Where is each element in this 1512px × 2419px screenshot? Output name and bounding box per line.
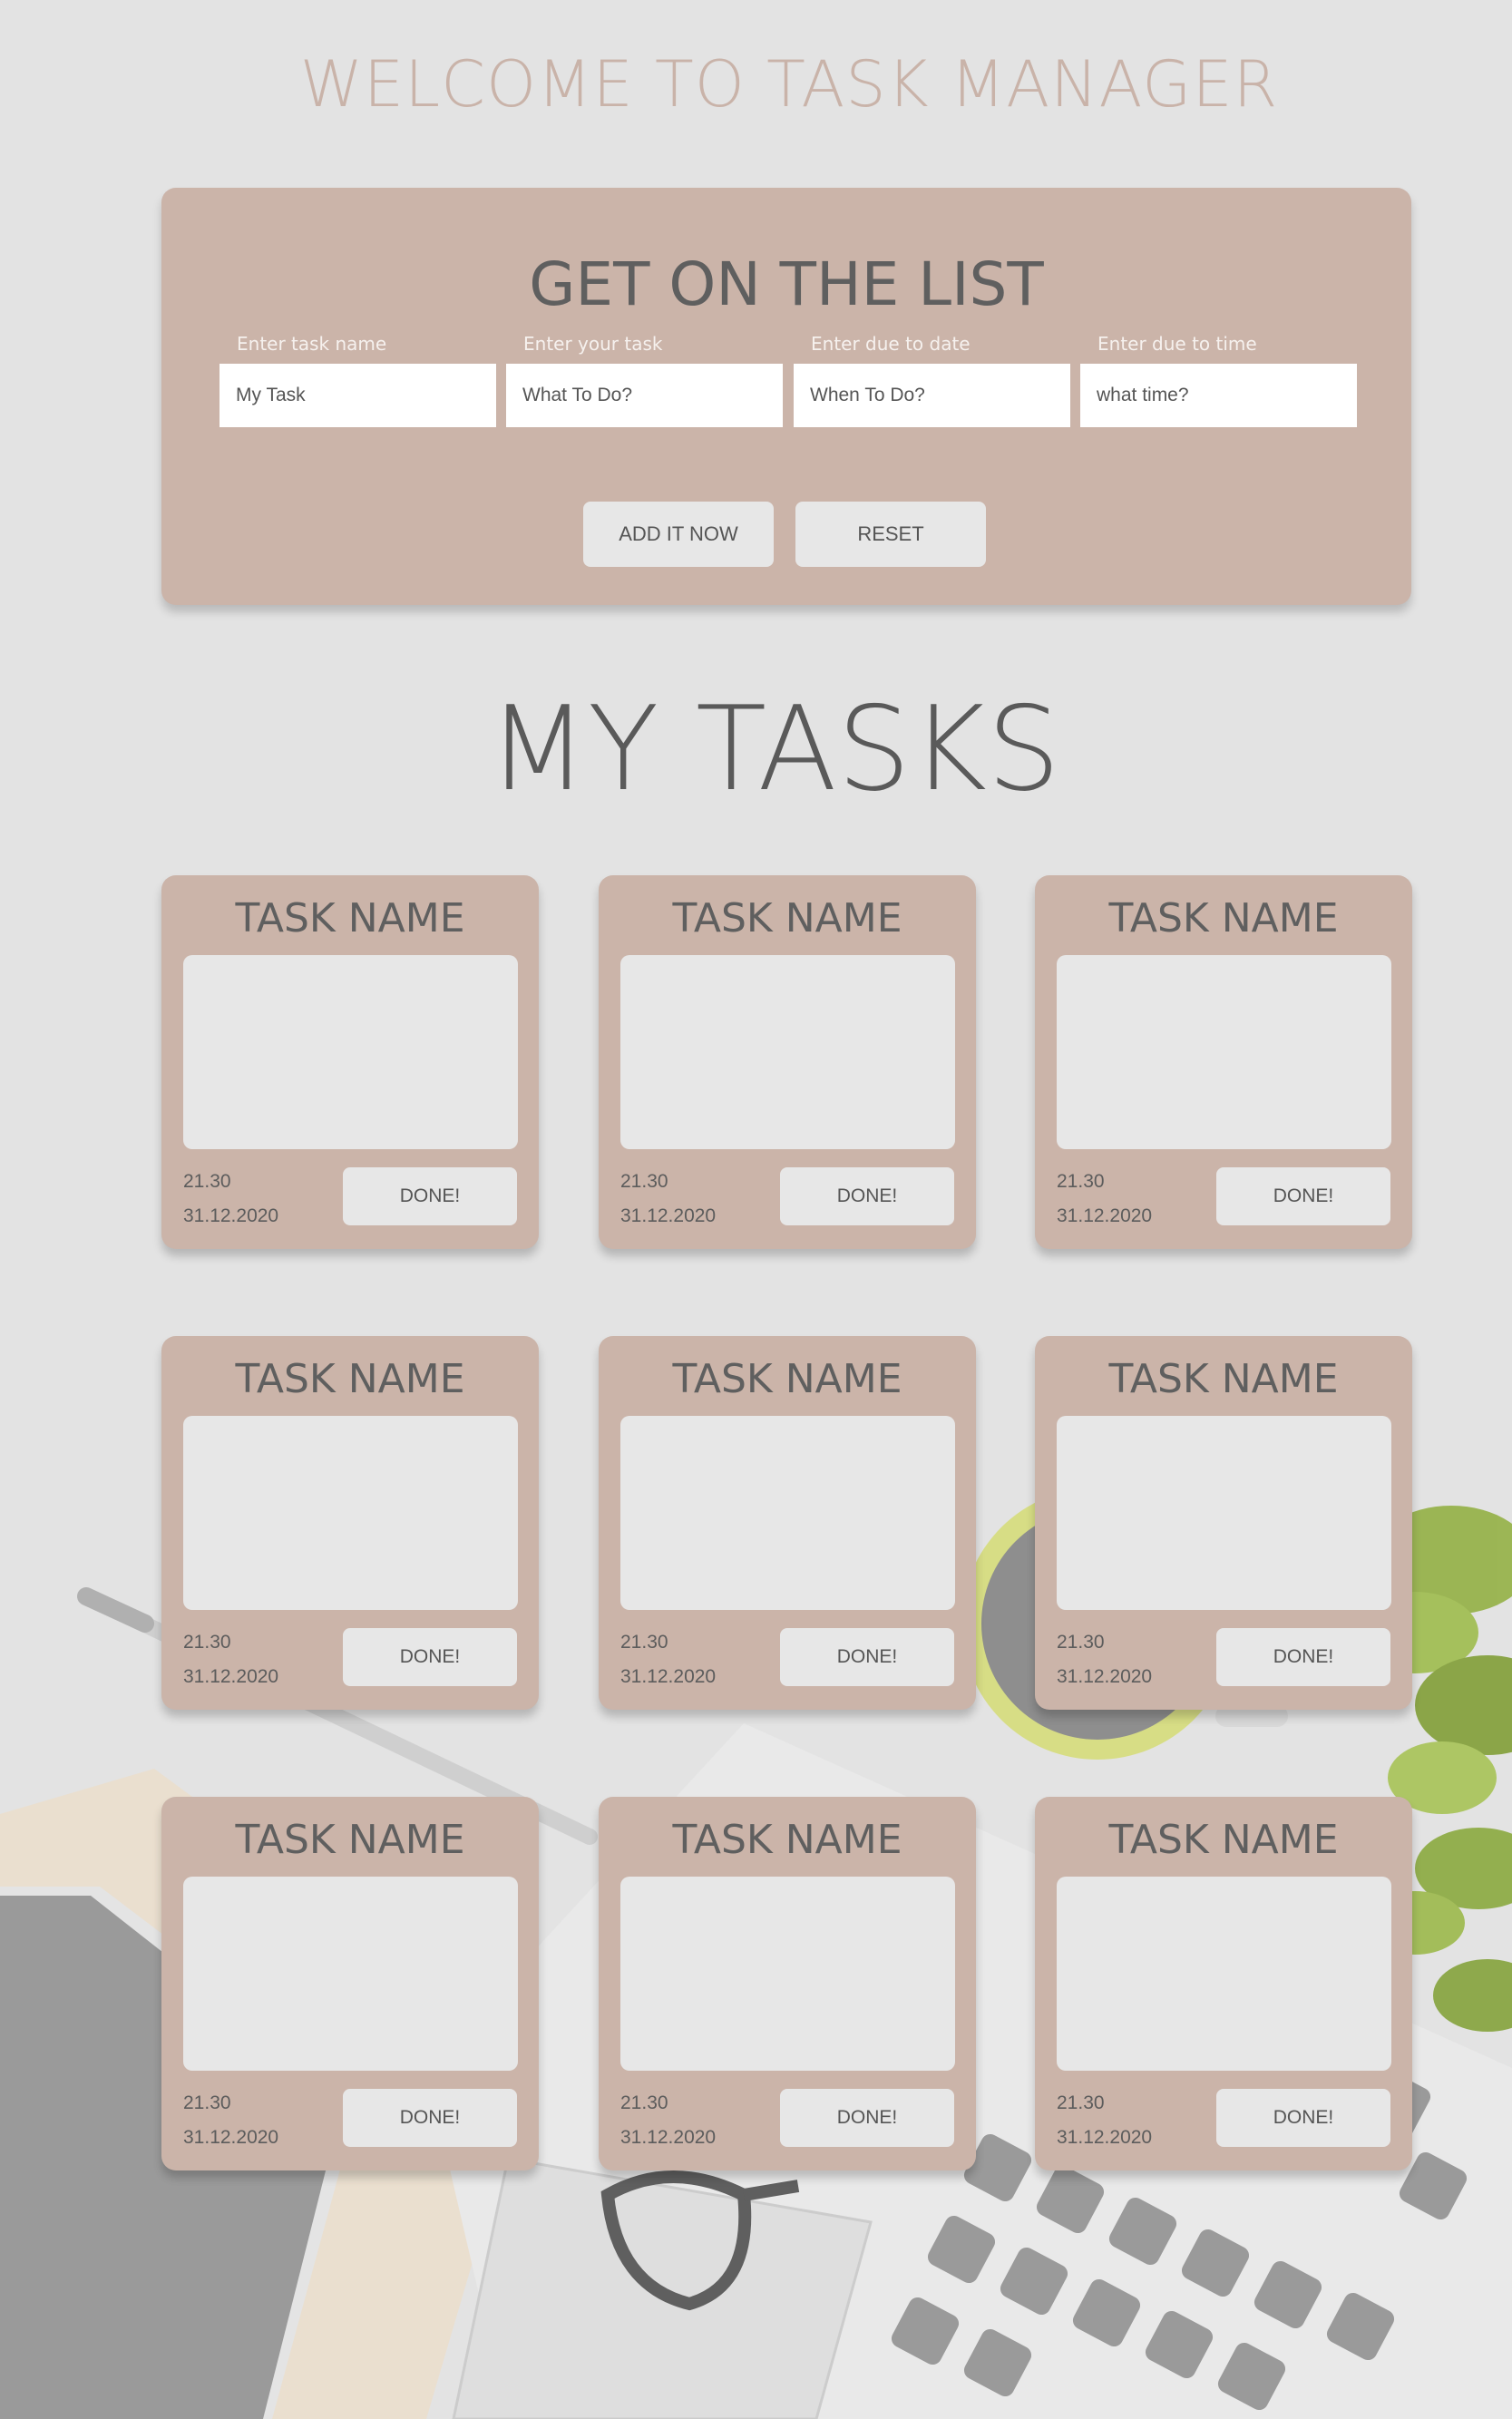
- site-title: WELCOME TO TASK MANAGER: [299, 47, 1279, 122]
- task-card-title: TASK NAME: [1108, 895, 1339, 941]
- task-card-title: TASK NAME: [672, 1817, 902, 1863]
- task-card-title: TASK NAME: [235, 1356, 465, 1402]
- task-card-time: 21.30: [183, 2092, 231, 2113]
- reset-button[interactable]: RESET: [795, 502, 986, 567]
- task-card: TASK NAME 21.30 31.12.2020 DONE!: [161, 1336, 539, 1710]
- task-card-time: 21.30: [620, 1632, 668, 1653]
- task-card-date: 31.12.2020: [183, 2127, 279, 2148]
- due-date-field: Enter due to date: [794, 333, 1070, 427]
- task-card-body: [1057, 955, 1391, 1149]
- add-task-button[interactable]: ADD IT NOW: [583, 502, 774, 567]
- done-button[interactable]: DONE!: [1216, 1167, 1390, 1225]
- task-card: TASK NAME 21.30 31.12.2020 DONE!: [1035, 1336, 1412, 1710]
- task-card-time: 21.30: [620, 2092, 668, 2113]
- due-date-label: Enter due to date: [811, 333, 971, 355]
- task-card-date: 31.12.2020: [620, 1666, 717, 1687]
- task-card-date: 31.12.2020: [1057, 1205, 1153, 1226]
- due-date-input[interactable]: [794, 364, 1070, 427]
- task-name-label: Enter task name: [237, 333, 387, 355]
- task-card-date: 31.12.2020: [620, 1205, 717, 1226]
- task-description-field: Enter your task: [506, 333, 783, 427]
- task-card-date: 31.12.2020: [1057, 1666, 1153, 1687]
- task-card: TASK NAME 21.30 31.12.2020 DONE!: [1035, 875, 1412, 1249]
- task-card-body: [183, 1877, 518, 2071]
- task-card-time: 21.30: [1057, 1171, 1105, 1192]
- task-card-body: [620, 1877, 955, 2071]
- task-card: TASK NAME 21.30 31.12.2020 DONE!: [599, 1797, 976, 2170]
- due-time-label: Enter due to time: [1097, 333, 1257, 355]
- task-card-body: [1057, 1877, 1391, 2071]
- task-description-label: Enter your task: [523, 333, 663, 355]
- task-description-input[interactable]: [506, 364, 783, 427]
- add-task-form: GET ON THE LIST Enter task name Enter yo…: [161, 188, 1411, 605]
- done-button[interactable]: DONE!: [780, 2089, 954, 2147]
- task-card-body: [620, 955, 955, 1149]
- form-title: GET ON THE LIST: [529, 249, 1044, 319]
- due-time-field: Enter due to time: [1080, 333, 1357, 427]
- done-button[interactable]: DONE!: [1216, 1628, 1390, 1686]
- task-card: TASK NAME 21.30 31.12.2020 DONE!: [161, 875, 539, 1249]
- task-card-time: 21.30: [183, 1171, 231, 1192]
- task-card-title: TASK NAME: [672, 1356, 902, 1402]
- due-time-input[interactable]: [1080, 364, 1357, 427]
- task-card-time: 21.30: [1057, 1632, 1105, 1653]
- task-card-title: TASK NAME: [672, 895, 902, 941]
- task-card-date: 31.12.2020: [1057, 2127, 1153, 2148]
- done-button[interactable]: DONE!: [780, 1628, 954, 1686]
- task-card-time: 21.30: [183, 1632, 231, 1653]
- task-card-time: 21.30: [1057, 2092, 1105, 2113]
- task-card: TASK NAME 21.30 31.12.2020 DONE!: [1035, 1797, 1412, 2170]
- task-card-date: 31.12.2020: [183, 1666, 279, 1687]
- done-button[interactable]: DONE!: [343, 2089, 517, 2147]
- task-card: TASK NAME 21.30 31.12.2020 DONE!: [161, 1797, 539, 2170]
- task-card-date: 31.12.2020: [620, 2127, 717, 2148]
- task-card-body: [1057, 1416, 1391, 1610]
- task-card-body: [183, 1416, 518, 1610]
- task-card-time: 21.30: [620, 1171, 668, 1192]
- task-card-title: TASK NAME: [1108, 1817, 1339, 1863]
- task-card-title: TASK NAME: [235, 1817, 465, 1863]
- task-card-title: TASK NAME: [235, 895, 465, 941]
- task-card-title: TASK NAME: [1108, 1356, 1339, 1402]
- done-button[interactable]: DONE!: [780, 1167, 954, 1225]
- task-name-input[interactable]: [219, 364, 496, 427]
- done-button[interactable]: DONE!: [343, 1628, 517, 1686]
- task-card-body: [620, 1416, 955, 1610]
- task-card: TASK NAME 21.30 31.12.2020 DONE!: [599, 875, 976, 1249]
- task-name-field: Enter task name: [219, 333, 496, 427]
- task-card-date: 31.12.2020: [183, 1205, 279, 1226]
- task-card: TASK NAME 21.30 31.12.2020 DONE!: [599, 1336, 976, 1710]
- task-card-body: [183, 955, 518, 1149]
- done-button[interactable]: DONE!: [343, 1167, 517, 1225]
- done-button[interactable]: DONE!: [1216, 2089, 1390, 2147]
- my-tasks-heading: MY TASKS: [487, 682, 1061, 817]
